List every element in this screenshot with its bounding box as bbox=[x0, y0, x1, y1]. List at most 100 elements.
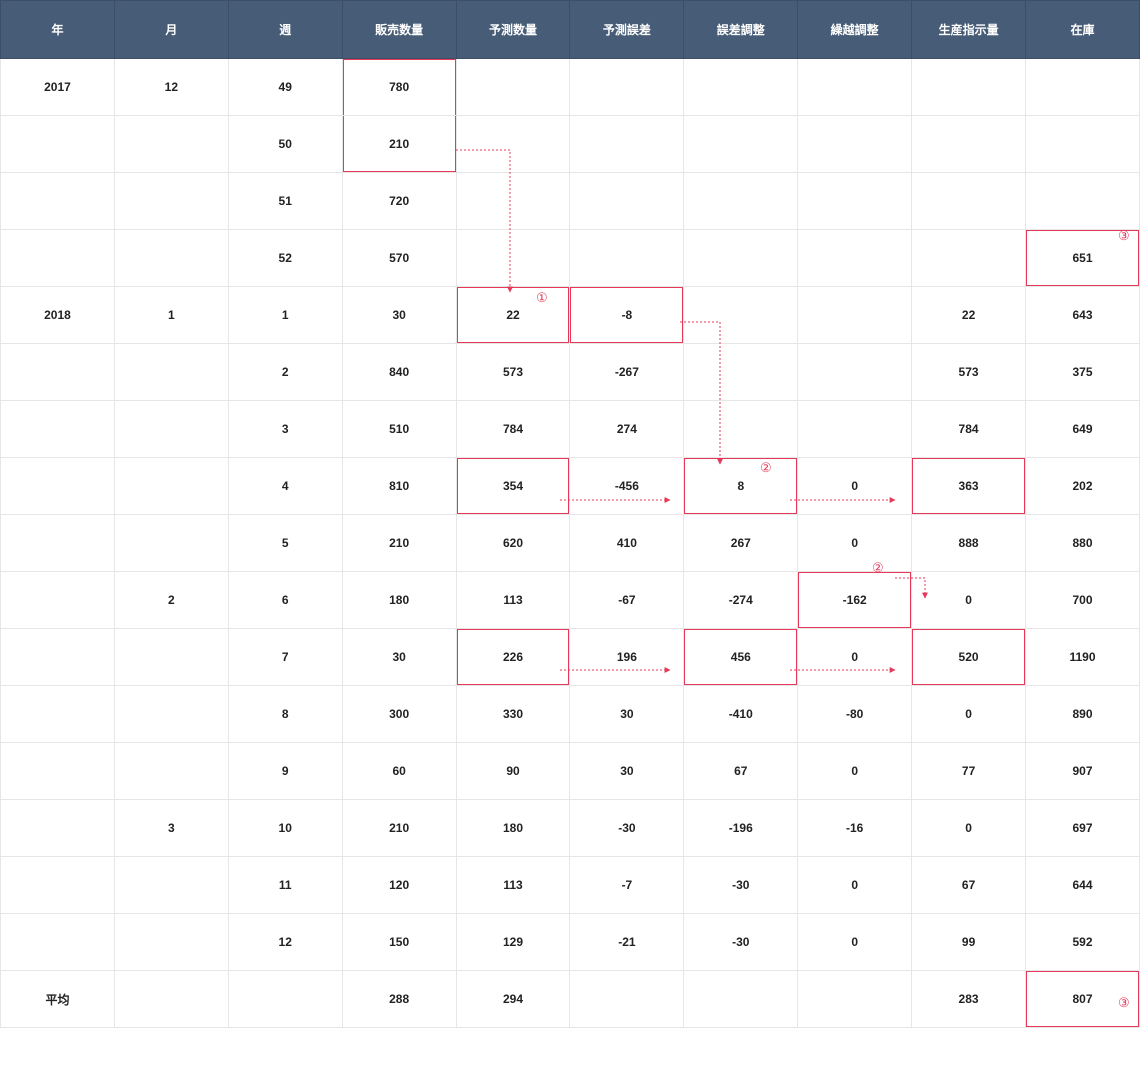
cell-sales: 30 bbox=[342, 287, 456, 344]
cell-month: 3 bbox=[114, 800, 228, 857]
cell-forecast: 90 bbox=[456, 743, 570, 800]
cell-prod bbox=[912, 173, 1026, 230]
table-row: 51720 bbox=[1, 173, 1140, 230]
cell-month bbox=[114, 344, 228, 401]
cell-prod: 363 bbox=[912, 458, 1026, 515]
col-week: 週 bbox=[228, 1, 342, 59]
cell-carry: 0 bbox=[798, 629, 912, 686]
cell-sales: 180 bbox=[342, 572, 456, 629]
cell-forecast: 226 bbox=[456, 629, 570, 686]
cell-month bbox=[114, 515, 228, 572]
cell-sales: 780 bbox=[342, 59, 456, 116]
cell-sales: 720 bbox=[342, 173, 456, 230]
cell-stock: 700 bbox=[1026, 572, 1140, 629]
cell-prod: 99 bbox=[912, 914, 1026, 971]
cell-week: 5 bbox=[228, 515, 342, 572]
cell-week: 4 bbox=[228, 458, 342, 515]
table-row: 2840573-267573375 bbox=[1, 344, 1140, 401]
header-row: 年 月 週 販売数量 予測数量 予測誤差 誤差調整 繰越調整 生産指示量 在庫 bbox=[1, 1, 1140, 59]
col-prod: 生産指示量 bbox=[912, 1, 1026, 59]
cell-err: 196 bbox=[570, 629, 684, 686]
cell-week: 6 bbox=[228, 572, 342, 629]
cell-week: 7 bbox=[228, 629, 342, 686]
cell-err bbox=[570, 173, 684, 230]
cell-carry bbox=[798, 116, 912, 173]
cell-stock bbox=[1026, 116, 1140, 173]
cell-year bbox=[1, 629, 115, 686]
cell-prod: 0 bbox=[912, 572, 1026, 629]
cell-month bbox=[114, 173, 228, 230]
cell-prod: 520 bbox=[912, 629, 1026, 686]
cell-adj: 456 bbox=[684, 629, 798, 686]
cell-adj bbox=[684, 287, 798, 344]
cell-forecast: 113 bbox=[456, 857, 570, 914]
cell-year: 2018 bbox=[1, 287, 115, 344]
cell-month bbox=[114, 230, 228, 287]
cell-err bbox=[570, 971, 684, 1028]
cell-month bbox=[114, 686, 228, 743]
cell-forecast bbox=[456, 59, 570, 116]
cell-month bbox=[114, 971, 228, 1028]
cell-year bbox=[1, 857, 115, 914]
cell-adj: 67 bbox=[684, 743, 798, 800]
cell-sales: 210 bbox=[342, 800, 456, 857]
cell-week: 51 bbox=[228, 173, 342, 230]
cell-week: 2 bbox=[228, 344, 342, 401]
cell-year bbox=[1, 800, 115, 857]
table-row: 960903067077907 bbox=[1, 743, 1140, 800]
cell-month: 2 bbox=[114, 572, 228, 629]
cell-adj: -410 bbox=[684, 686, 798, 743]
cell-carry: -80 bbox=[798, 686, 912, 743]
cell-err: -267 bbox=[570, 344, 684, 401]
cell-err bbox=[570, 59, 684, 116]
cell-forecast: 180 bbox=[456, 800, 570, 857]
cell-err: -30 bbox=[570, 800, 684, 857]
cell-carry bbox=[798, 344, 912, 401]
cell-week: 8 bbox=[228, 686, 342, 743]
cell-prod: 0 bbox=[912, 800, 1026, 857]
cell-carry bbox=[798, 971, 912, 1028]
table-row: 12150129-21-30099592 bbox=[1, 914, 1140, 971]
cell-stock: 643 bbox=[1026, 287, 1140, 344]
col-stock: 在庫 bbox=[1026, 1, 1140, 59]
production-table: 年 月 週 販売数量 予測数量 予測誤差 誤差調整 繰越調整 生産指示量 在庫 … bbox=[0, 0, 1140, 1028]
cell-week: 52 bbox=[228, 230, 342, 287]
cell-carry: 0 bbox=[798, 458, 912, 515]
table-row: 11120113-7-30067644 bbox=[1, 857, 1140, 914]
cell-stock bbox=[1026, 59, 1140, 116]
cell-sales: 60 bbox=[342, 743, 456, 800]
cell-prod: 22 bbox=[912, 287, 1026, 344]
cell-week: 11 bbox=[228, 857, 342, 914]
cell-year bbox=[1, 230, 115, 287]
table-row: 20171249780 bbox=[1, 59, 1140, 116]
cell-adj bbox=[684, 344, 798, 401]
cell-year bbox=[1, 401, 115, 458]
cell-err: 274 bbox=[570, 401, 684, 458]
cell-adj bbox=[684, 971, 798, 1028]
col-sales: 販売数量 bbox=[342, 1, 456, 59]
cell-err bbox=[570, 230, 684, 287]
cell-sales: 840 bbox=[342, 344, 456, 401]
cell-adj: -274 bbox=[684, 572, 798, 629]
cell-err: 30 bbox=[570, 686, 684, 743]
col-carry: 繰越調整 bbox=[798, 1, 912, 59]
cell-month bbox=[114, 743, 228, 800]
cell-year bbox=[1, 344, 115, 401]
cell-carry: 0 bbox=[798, 515, 912, 572]
cell-adj: -30 bbox=[684, 857, 798, 914]
cell-month bbox=[114, 629, 228, 686]
cell-stock: 649 bbox=[1026, 401, 1140, 458]
cell-year bbox=[1, 116, 115, 173]
table-row: 52570651 bbox=[1, 230, 1140, 287]
cell-adj: -30 bbox=[684, 914, 798, 971]
cell-month: 12 bbox=[114, 59, 228, 116]
cell-stock: 644 bbox=[1026, 857, 1140, 914]
cell-year bbox=[1, 458, 115, 515]
cell-stock: 697 bbox=[1026, 800, 1140, 857]
cell-forecast: 22 bbox=[456, 287, 570, 344]
cell-stock bbox=[1026, 173, 1140, 230]
cell-err bbox=[570, 116, 684, 173]
cell-year bbox=[1, 173, 115, 230]
cell-adj bbox=[684, 116, 798, 173]
cell-prod: 77 bbox=[912, 743, 1026, 800]
